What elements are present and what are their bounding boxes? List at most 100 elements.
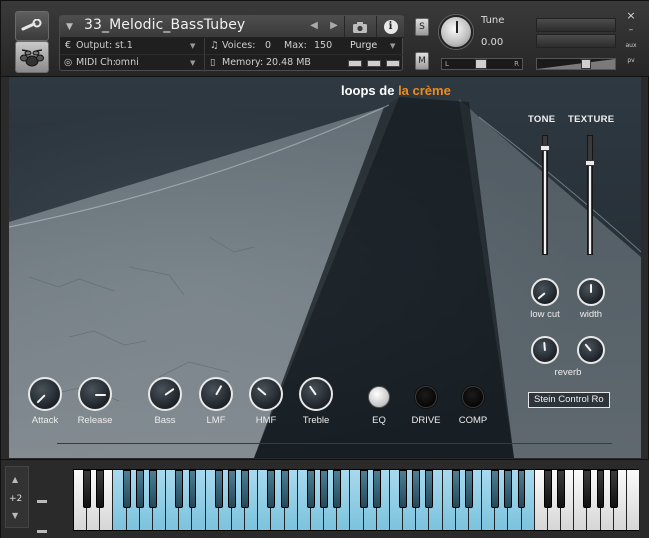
drive-toggle[interactable] [415, 386, 437, 408]
black-key[interactable] [96, 470, 105, 508]
minimize-button[interactable]: – [625, 25, 637, 35]
purge-dropdown-icon: ▼ [390, 42, 396, 50]
texture-fader-handle[interactable] [585, 159, 595, 166]
tone-fader[interactable] [540, 135, 550, 255]
pan-slider[interactable]: L R [441, 58, 523, 70]
black-key[interactable] [425, 470, 434, 508]
black-key[interactable] [399, 470, 407, 508]
black-key[interactable] [557, 470, 565, 508]
black-key[interactable] [320, 470, 329, 508]
low-cut-knob[interactable] [531, 278, 559, 306]
black-key[interactable] [135, 470, 144, 508]
comp-toggle[interactable] [462, 386, 484, 408]
texture-fader[interactable] [585, 135, 595, 255]
pan-slider-thumb[interactable] [475, 59, 487, 69]
reverb-knob-2[interactable] [577, 336, 605, 364]
black-key[interactable] [451, 470, 460, 508]
knob-indicator [308, 385, 317, 396]
black-key[interactable] [83, 470, 92, 508]
close-button[interactable]: × [625, 10, 637, 22]
octave-down-icon[interactable]: ▼ [12, 511, 18, 520]
white-key[interactable] [626, 470, 640, 530]
pitch-bend-wheel[interactable] [37, 500, 47, 503]
knob-indicator [537, 292, 546, 300]
black-key[interactable] [372, 470, 381, 508]
black-key[interactable] [333, 470, 342, 508]
piano-keyboard[interactable] [73, 469, 640, 531]
black-key[interactable] [228, 470, 236, 508]
black-key[interactable] [149, 470, 157, 508]
width-knob[interactable] [577, 278, 605, 306]
octave-up-icon[interactable]: ▲ [12, 475, 18, 484]
aux-button[interactable]: aux [623, 42, 639, 49]
mute-button[interactable]: M [415, 52, 429, 70]
black-key[interactable] [543, 470, 552, 508]
info-button[interactable]: i [376, 16, 404, 38]
pv-button[interactable]: pv [623, 57, 639, 64]
black-key[interactable] [122, 470, 131, 508]
black-key[interactable] [596, 470, 605, 508]
drum-kit-icon [20, 49, 44, 67]
memory-icon: ▯ [210, 57, 216, 68]
black-key[interactable] [214, 470, 223, 508]
tone-fader-fill [544, 145, 546, 254]
wrench-icon [21, 19, 42, 31]
black-key[interactable] [517, 470, 526, 508]
reverb-knob-1[interactable] [531, 336, 559, 364]
tune-knob[interactable] [439, 15, 473, 49]
tune-knob-needle [456, 21, 458, 33]
black-key[interactable] [280, 470, 289, 508]
volume-slider-thumb[interactable] [581, 59, 591, 69]
volume-slider[interactable] [536, 58, 616, 70]
mod-wheel[interactable] [37, 530, 47, 533]
wrench-button[interactable] [15, 11, 49, 41]
midi-dropdown-icon[interactable]: ▼ [190, 59, 195, 67]
max-voices-value[interactable]: 150 [314, 40, 332, 51]
eq-toggle[interactable] [368, 386, 390, 408]
release-knob[interactable] [78, 377, 112, 411]
solo-button[interactable]: S [415, 18, 429, 36]
next-arrow-icon[interactable]: ▶ [328, 20, 340, 31]
width-label: width [579, 309, 603, 320]
brand-text-primary: loops de [341, 83, 399, 98]
preset-display[interactable]: Stein Control Ro [528, 392, 610, 408]
black-key[interactable] [241, 470, 250, 508]
instrument-name[interactable]: 33_Melodic_BassTubey [84, 17, 245, 33]
black-key[interactable] [412, 470, 421, 508]
knob-indicator [36, 394, 46, 404]
instrument-info-panel: ▼ 33_Melodic_BassTubey ◀ ▶ i € Output: s… [59, 15, 404, 72]
snapshot-button[interactable] [344, 16, 374, 38]
hmf-knob[interactable] [249, 377, 283, 411]
output-select[interactable]: st.1 [115, 40, 133, 51]
instrument-menu-icon[interactable]: ▼ [66, 22, 76, 32]
black-key[interactable] [491, 470, 500, 508]
black-key[interactable] [609, 470, 618, 508]
purge-indicator [348, 60, 402, 68]
pan-right-label: R [514, 60, 519, 68]
black-key[interactable] [188, 470, 197, 508]
bass-knob[interactable] [148, 377, 182, 411]
black-key[interactable] [306, 470, 315, 508]
attack-knob[interactable] [28, 377, 62, 411]
black-key[interactable] [175, 470, 184, 508]
knob-indicator [584, 343, 592, 352]
black-key[interactable] [583, 470, 592, 508]
volume-ramp [537, 59, 615, 69]
divider [204, 55, 205, 72]
voices-icon: ♫ [210, 40, 219, 51]
black-key[interactable] [464, 470, 473, 508]
divider-line [57, 443, 612, 444]
prev-arrow-icon[interactable]: ◀ [308, 20, 320, 31]
output-dropdown-icon[interactable]: ▼ [190, 42, 195, 50]
lmf-knob[interactable] [199, 377, 233, 411]
purge-button[interactable]: Purge ▼ [344, 38, 404, 55]
black-key[interactable] [359, 470, 368, 508]
knob-indicator [543, 341, 546, 352]
treble-knob[interactable] [299, 377, 333, 411]
black-key[interactable] [504, 470, 513, 508]
tone-label: TONE [528, 114, 556, 125]
black-key[interactable] [267, 470, 276, 508]
tone-fader-handle[interactable] [540, 145, 550, 152]
midi-select[interactable]: omni [115, 57, 139, 68]
drum-kit-button[interactable] [15, 41, 49, 73]
